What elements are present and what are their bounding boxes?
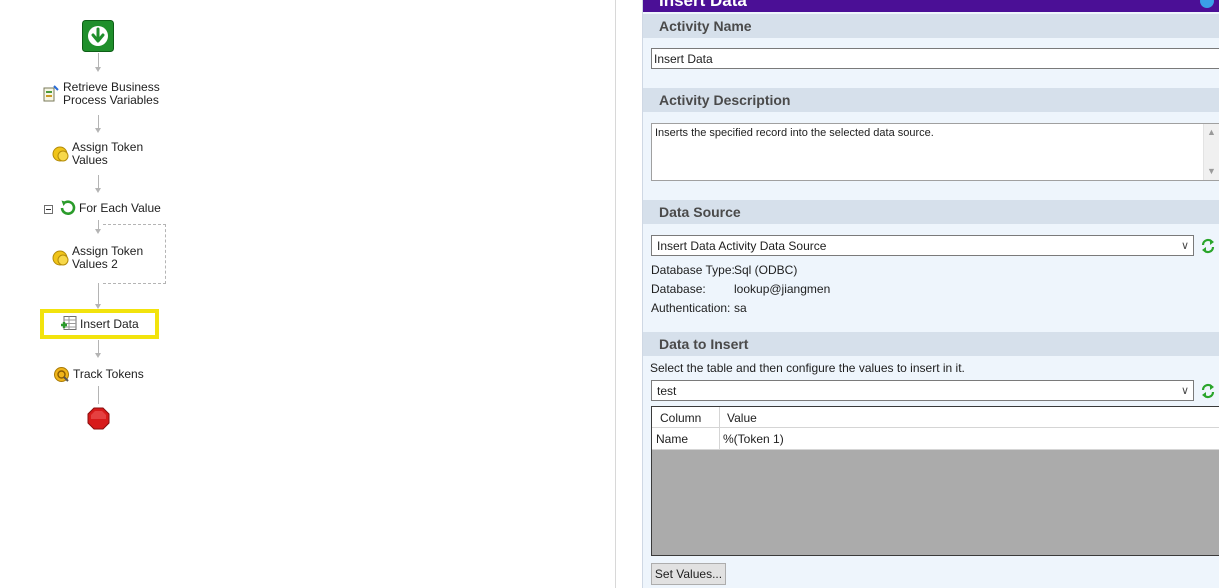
activity-name-section-header: Activity Name (643, 14, 1219, 38)
database-value: lookup@jiangmen (734, 282, 831, 296)
database-type-value: Sql (ODBC) (734, 263, 798, 277)
data-to-insert-instruction: Select the table and then configure the … (650, 361, 965, 375)
grid-header: Column Value (652, 407, 1219, 428)
properties-panel: Insert Data Activity Name Insert Data Ac… (642, 0, 1219, 588)
data-source-select[interactable]: Insert Data Activity Data Source ∨ (651, 235, 1194, 256)
database-type-label: Database Type: (651, 263, 735, 277)
loop-icon (59, 199, 76, 216)
track-tokens-icon (53, 366, 70, 383)
panel-title: Insert Data (659, 0, 747, 10)
workflow-canvas[interactable]: Retrieve Business Process Variables Assi… (0, 0, 615, 588)
panel-header: Insert Data (643, 0, 1219, 12)
start-arrow-icon[interactable] (82, 20, 114, 52)
node-assign-token-values-2[interactable]: Assign Token Values 2 (72, 245, 143, 271)
insert-data-icon (61, 316, 77, 331)
activity-description-text: Inserts the specified record into the se… (655, 127, 934, 139)
panel-splitter[interactable] (615, 0, 642, 588)
row-value-cell[interactable]: %(Token 1) (719, 428, 788, 449)
collapse-icon[interactable] (44, 203, 53, 214)
node-retrieve-business-process-variables[interactable]: Retrieve Business Process Variables (63, 81, 160, 107)
activity-name-input[interactable]: Insert Data (651, 48, 1219, 69)
node-assign-token-values[interactable]: Assign Token Values (72, 141, 143, 167)
token-icon (52, 249, 70, 267)
set-values-button[interactable]: Set Values... (651, 563, 726, 585)
data-to-insert-section-header: Data to Insert (643, 332, 1219, 356)
node-insert-data[interactable]: Insert Data (80, 318, 139, 331)
refresh-data-source-icon[interactable] (1200, 238, 1216, 254)
row-column-cell[interactable]: Name (652, 428, 692, 449)
stop-icon[interactable] (87, 407, 110, 430)
data-source-section-header: Data Source (643, 200, 1219, 224)
authentication-label: Authentication: (651, 301, 731, 315)
node-track-tokens[interactable]: Track Tokens (73, 368, 144, 381)
activity-description-section-header: Activity Description (643, 88, 1219, 112)
table-select[interactable]: test ∨ (651, 380, 1194, 401)
help-icon[interactable] (1200, 0, 1214, 8)
token-icon (52, 145, 70, 163)
authentication-value: sa (734, 301, 747, 315)
activity-description-textarea[interactable]: Inserts the specified record into the se… (651, 123, 1219, 181)
chevron-down-icon: ∨ (1180, 240, 1189, 252)
value-header[interactable]: Value (723, 407, 761, 427)
refresh-table-icon[interactable] (1200, 383, 1216, 399)
variables-icon (43, 85, 59, 102)
description-scrollbar[interactable]: ▲ ▼ (1203, 124, 1219, 180)
node-for-each-value[interactable]: For Each Value (79, 202, 161, 215)
database-label: Database: (651, 282, 706, 296)
values-grid[interactable]: Column Value Name %(Token 1) (651, 406, 1219, 556)
chevron-down-icon: ∨ (1180, 385, 1189, 397)
column-header[interactable]: Column (656, 407, 705, 427)
table-row[interactable]: Name %(Token 1) (652, 428, 1219, 450)
